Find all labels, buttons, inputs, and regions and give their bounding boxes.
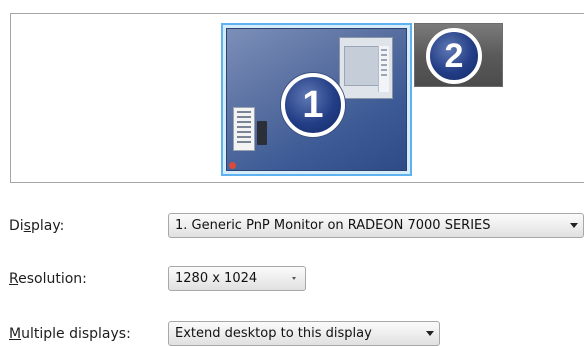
monitor-2-tile[interactable]: 2 [414,23,503,87]
monitor-1-desktop-preview: 1 [226,28,407,171]
windows-start-orb-icon [229,162,236,169]
display-select[interactable]: 1. Generic PnP Monitor on RADEON 7000 SE… [168,213,584,238]
dropdown-arrow-icon [426,331,434,336]
desktop-gadget-thumbnail [233,107,255,151]
dropdown-arrow-icon [292,277,296,280]
monitor-1-number-badge: 1 [281,73,345,137]
desktop-window-thumbnail [339,37,393,99]
display-select-value: 1. Generic PnP Monitor on RADEON 7000 SE… [175,218,491,233]
resolution-select[interactable]: 1280 x 1024 [168,266,306,291]
monitor-1-tile[interactable]: 1 [221,23,412,176]
screen-resolution-page: 1 2 Display: 1. Generic PnP Monitor on R… [0,0,584,347]
dropdown-arrow-icon [570,223,578,228]
multiple-displays-select[interactable]: Extend desktop to this display [168,321,440,346]
display-label: Display: [9,218,65,234]
desktop-device-thumbnail [257,121,267,145]
monitor-2-number-badge: 2 [426,28,482,84]
multiple-displays-select-value: Extend desktop to this display [175,326,372,341]
multiple-displays-label: Multiple displays: [9,326,131,342]
resolution-label: Resolution: [9,271,87,287]
resolution-select-value: 1280 x 1024 [175,271,258,286]
